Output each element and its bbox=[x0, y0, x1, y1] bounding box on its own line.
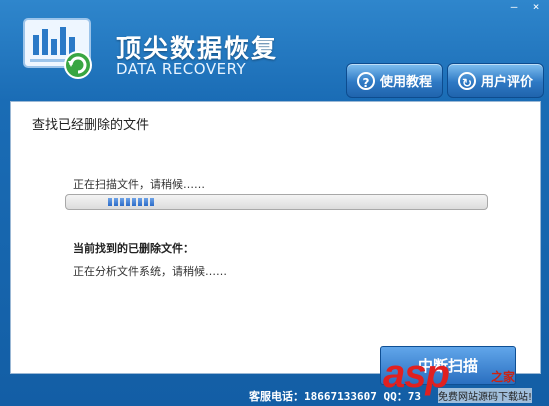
scan-progress-bar bbox=[65, 194, 488, 210]
help-icon: ? bbox=[356, 71, 375, 90]
review-label: 用户评价 bbox=[480, 75, 533, 90]
panel-title: 查找已经删除的文件 bbox=[32, 118, 150, 133]
user-review-button[interactable]: ↻ 用户评价 bbox=[447, 63, 544, 98]
window-minimize[interactable]: — bbox=[503, 0, 525, 15]
found-files-label: 当前找到的已删除文件： bbox=[73, 242, 194, 255]
app-logo-icon bbox=[23, 18, 92, 79]
watermark: asp 之家 免费网站源码下载站! bbox=[383, 352, 543, 406]
scan-panel: 查找已经删除的文件 正在扫描文件，请稍候…… 当前找到的已删除文件： 正在分析文… bbox=[10, 101, 541, 374]
window-close[interactable]: × bbox=[525, 0, 547, 15]
tutorial-label: 使用教程 bbox=[379, 75, 432, 90]
app-subtitle: DATA RECOVERY bbox=[116, 60, 247, 78]
tutorial-button[interactable]: ? 使用教程 bbox=[346, 63, 443, 98]
review-icon: ↻ bbox=[457, 71, 476, 90]
watermark-site: 之家 bbox=[491, 370, 516, 384]
watermark-sub: 免费网站源码下载站! bbox=[438, 388, 533, 403]
progress-fill bbox=[108, 198, 154, 206]
scan-status-text: 正在扫描文件，请稍候…… bbox=[73, 178, 205, 191]
analyze-status-text: 正在分析文件系统，请稍候…… bbox=[73, 265, 227, 278]
